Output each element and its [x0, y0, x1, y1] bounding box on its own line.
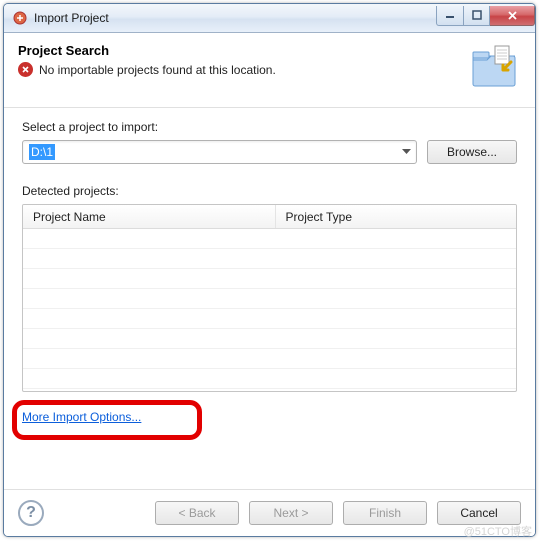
next-button: Next >	[249, 501, 333, 525]
minimize-button[interactable]	[436, 6, 464, 26]
col-project-type[interactable]: Project Type	[276, 205, 516, 228]
select-project-label: Select a project to import:	[22, 120, 517, 134]
finish-button: Finish	[343, 501, 427, 525]
titlebar[interactable]: Import Project	[4, 4, 535, 33]
table-row	[23, 229, 516, 249]
close-button[interactable]	[490, 6, 535, 26]
maximize-button[interactable]	[464, 6, 490, 26]
path-input[interactable]: D:\1	[23, 145, 396, 159]
table-row	[23, 309, 516, 329]
table-header: Project Name Project Type	[23, 205, 516, 229]
window-title: Import Project	[34, 11, 436, 25]
table-row	[23, 249, 516, 269]
table-row	[23, 269, 516, 289]
status-message: No importable projects found at this loc…	[39, 63, 276, 77]
watermark: @51CTO博客	[464, 523, 532, 539]
more-import-options-link[interactable]: More Import Options...	[22, 410, 141, 424]
projects-table[interactable]: Project Name Project Type	[22, 204, 517, 392]
content-area: Select a project to import: D:\1 Browse.…	[4, 110, 535, 489]
import-folder-icon	[466, 43, 521, 91]
table-row	[23, 369, 516, 389]
wizard-header: Project Search No importable projects fo…	[4, 33, 535, 101]
wizard-footer: ? < Back Next > Finish Cancel	[4, 489, 535, 536]
table-row	[23, 329, 516, 349]
col-project-name[interactable]: Project Name	[23, 205, 276, 228]
page-title: Project Search	[18, 43, 466, 58]
table-row	[23, 289, 516, 309]
error-icon	[18, 62, 33, 77]
browse-button[interactable]: Browse...	[427, 140, 517, 164]
path-combo[interactable]: D:\1	[22, 140, 417, 164]
table-body	[23, 229, 516, 389]
app-icon	[12, 10, 28, 26]
dialog-window: Import Project Project Search No importa…	[3, 3, 536, 537]
dropdown-arrow-icon[interactable]	[396, 149, 416, 155]
back-button: < Back	[155, 501, 239, 525]
help-button[interactable]: ?	[18, 500, 44, 526]
table-row	[23, 349, 516, 369]
detected-projects-label: Detected projects:	[22, 184, 517, 198]
cancel-button[interactable]: Cancel	[437, 501, 521, 525]
